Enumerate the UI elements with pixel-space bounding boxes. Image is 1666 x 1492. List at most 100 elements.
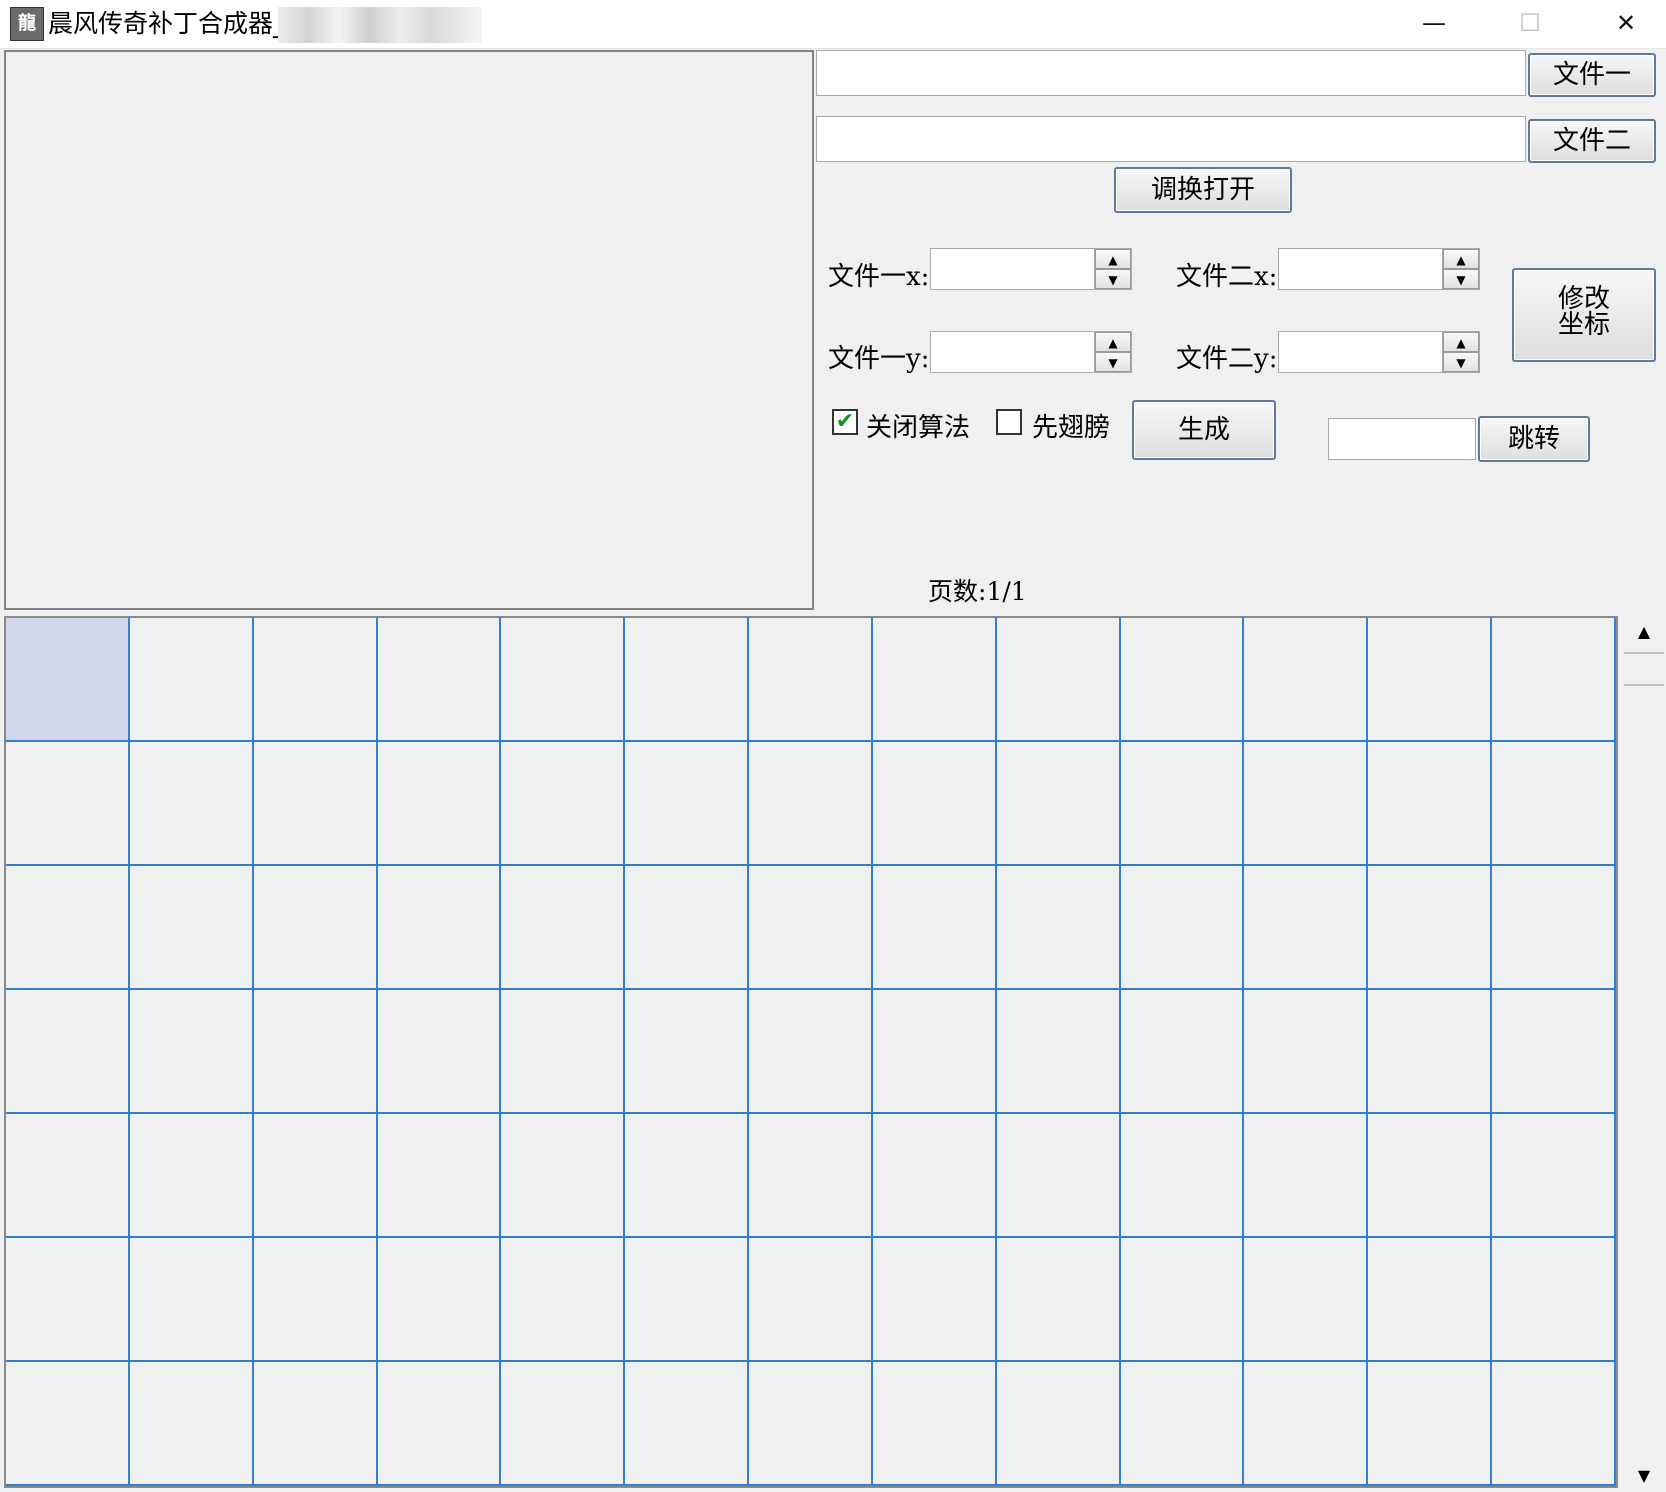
grid-cell[interactable] (872, 1114, 997, 1238)
close-algorithm-label[interactable]: 关闭算法 (866, 407, 970, 444)
grid-cell[interactable] (625, 1114, 750, 1238)
grid-cell[interactable] (1120, 742, 1245, 866)
grid-cell[interactable] (749, 618, 873, 742)
file2-x-spinner[interactable]: ▲ ▼ (1278, 248, 1480, 290)
scroll-down-icon[interactable]: ▼ (1622, 1460, 1666, 1492)
grid-cell[interactable] (253, 742, 378, 866)
spin-down-icon[interactable]: ▼ (1095, 269, 1131, 289)
file2-button[interactable]: 文件二 (1528, 119, 1656, 163)
jump-button[interactable]: 跳转 (1478, 416, 1590, 462)
grid-cell[interactable] (1120, 1238, 1245, 1362)
grid-cell[interactable] (1368, 742, 1493, 866)
grid-cell[interactable] (872, 866, 997, 990)
spin-down-icon[interactable]: ▼ (1095, 352, 1131, 372)
grid-cell[interactable] (1492, 742, 1616, 866)
grid-cell[interactable] (1492, 618, 1616, 742)
grid-cell[interactable] (1244, 742, 1369, 866)
spin-up-icon[interactable]: ▲ (1443, 332, 1479, 352)
grid-cell[interactable] (1492, 866, 1616, 990)
minimize-button[interactable]: — (1386, 0, 1482, 46)
grid-cell[interactable] (996, 1114, 1121, 1238)
grid-cell[interactable] (501, 1362, 626, 1486)
spin-down-icon[interactable]: ▼ (1443, 269, 1479, 289)
grid-cell[interactable] (872, 1362, 997, 1486)
grid-cell[interactable] (1244, 990, 1369, 1114)
grid-cell[interactable] (377, 866, 502, 990)
grid-cell[interactable] (501, 618, 626, 742)
grid-cell[interactable] (872, 1238, 997, 1362)
scroll-up-icon[interactable]: ▲ (1622, 616, 1666, 648)
modify-coords-button[interactable]: 修改 坐标 (1512, 268, 1656, 362)
grid-cell[interactable] (996, 1238, 1121, 1362)
grid-cell[interactable] (625, 742, 750, 866)
file1-y-input[interactable] (931, 332, 1091, 372)
grid-cell[interactable] (377, 1238, 502, 1362)
file1-x-input[interactable] (931, 249, 1091, 289)
grid-cell[interactable] (253, 1362, 378, 1486)
scroll-thumb[interactable] (1624, 652, 1664, 686)
grid-cell[interactable] (501, 1114, 626, 1238)
grid-cell[interactable] (6, 742, 130, 866)
grid-cell[interactable] (377, 742, 502, 866)
grid-cell[interactable] (501, 866, 626, 990)
grid-cell[interactable] (1244, 618, 1369, 742)
swap-open-button[interactable]: 调换打开 (1114, 167, 1292, 213)
grid-cell[interactable] (996, 618, 1121, 742)
grid-cell[interactable] (1492, 1362, 1616, 1486)
grid-cell[interactable] (253, 1238, 378, 1362)
grid-cell[interactable] (996, 742, 1121, 866)
grid-cell[interactable] (6, 1238, 130, 1362)
grid-cell[interactable] (1244, 1362, 1369, 1486)
grid-cell[interactable] (749, 1114, 873, 1238)
grid-cell[interactable] (129, 618, 254, 742)
wings-first-checkbox[interactable] (996, 409, 1022, 435)
grid-cell[interactable] (1244, 866, 1369, 990)
grid-cell[interactable] (129, 990, 254, 1114)
file2-x-input[interactable] (1279, 249, 1439, 289)
grid-cell[interactable] (6, 1362, 130, 1486)
grid-cell[interactable] (6, 866, 130, 990)
grid-cell[interactable] (129, 1238, 254, 1362)
grid-cell[interactable] (749, 742, 873, 866)
grid-cell[interactable] (1368, 866, 1493, 990)
generate-button[interactable]: 生成 (1132, 400, 1276, 460)
grid-cell[interactable] (1244, 1114, 1369, 1238)
grid-cell[interactable] (501, 990, 626, 1114)
grid-cell[interactable] (1492, 1114, 1616, 1238)
grid-cell[interactable] (1368, 1114, 1493, 1238)
spin-up-icon[interactable]: ▲ (1095, 332, 1131, 352)
grid-cell[interactable] (872, 990, 997, 1114)
file1-x-spinner[interactable]: ▲ ▼ (930, 248, 1132, 290)
grid-cell[interactable] (129, 742, 254, 866)
spin-down-icon[interactable]: ▼ (1443, 352, 1479, 372)
grid-cell[interactable] (1120, 1114, 1245, 1238)
grid-cell[interactable] (749, 1362, 873, 1486)
grid-cell[interactable] (501, 742, 626, 866)
grid-cell[interactable] (1492, 990, 1616, 1114)
file2-y-spinner[interactable]: ▲ ▼ (1278, 331, 1480, 373)
grid-cell[interactable] (1492, 1238, 1616, 1362)
grid-cell[interactable] (1368, 1362, 1493, 1486)
spin-up-icon[interactable]: ▲ (1443, 249, 1479, 269)
grid-cell[interactable] (1120, 1362, 1245, 1486)
grid-cell[interactable] (377, 618, 502, 742)
grid-cell[interactable] (253, 990, 378, 1114)
file2-path-field[interactable] (816, 116, 1526, 162)
grid-cell[interactable] (1120, 866, 1245, 990)
grid-cell[interactable] (996, 990, 1121, 1114)
close-algorithm-checkbox[interactable]: ✔ (832, 409, 858, 435)
grid-cell[interactable] (501, 1238, 626, 1362)
grid-cell[interactable] (625, 1238, 750, 1362)
grid-scrollbar[interactable]: ▲ ▼ (1622, 616, 1666, 1492)
grid-cell[interactable] (6, 990, 130, 1114)
wings-first-label[interactable]: 先翅膀 (1032, 407, 1110, 444)
grid-cell[interactable] (1244, 1238, 1369, 1362)
grid-cell[interactable] (996, 866, 1121, 990)
close-button[interactable]: ✕ (1578, 0, 1666, 46)
file1-path-field[interactable] (816, 50, 1526, 96)
file1-button[interactable]: 文件一 (1528, 53, 1656, 97)
grid-cell[interactable] (253, 1114, 378, 1238)
file2-y-input[interactable] (1279, 332, 1439, 372)
grid-cell[interactable] (749, 990, 873, 1114)
grid-cell[interactable] (1368, 618, 1493, 742)
